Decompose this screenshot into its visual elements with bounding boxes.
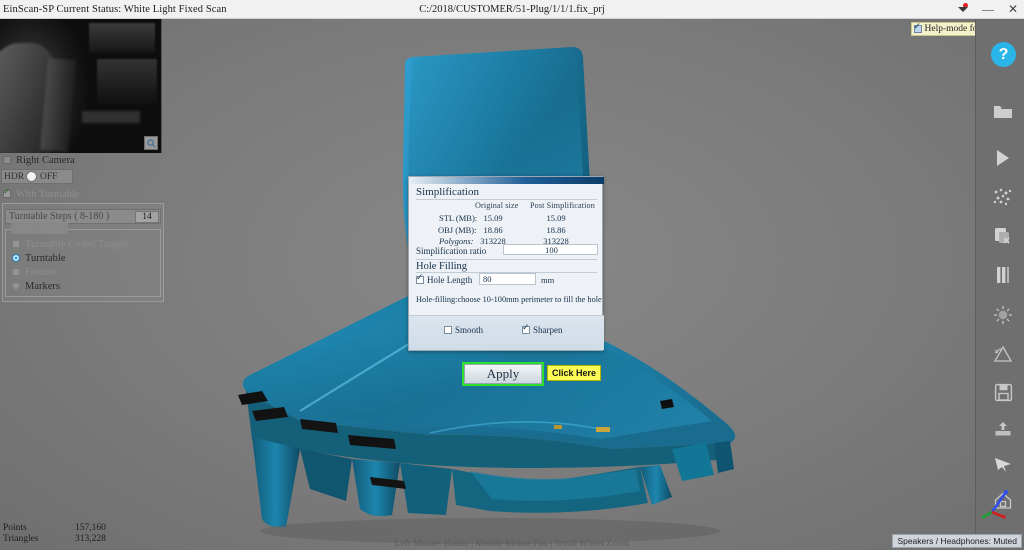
cursor-icon[interactable] [992, 453, 1014, 475]
title-bar: EinScan-SP Current Status: White Light F… [0, 0, 1024, 19]
align-option-radio[interactable] [12, 282, 20, 290]
row-value-stl-post: 15.09 [546, 213, 566, 223]
camera-preview-image [0, 19, 161, 153]
smooth-checkbox-row[interactable]: Smooth [444, 325, 483, 335]
hole-length-checkbox-row[interactable]: Hole Length [416, 272, 473, 285]
right-camera-label: Right Camera [16, 154, 75, 166]
hdr-toggle[interactable]: HDR OFF [1, 169, 73, 184]
simplification-dialog: Simplification Original size Post Simpli… [408, 176, 604, 351]
window-controls: — ✕ [957, 1, 1018, 17]
align-option-label: Markers [25, 280, 60, 292]
smooth-checkbox[interactable] [444, 326, 452, 334]
turntable-steps-field[interactable]: Turntable Steps ( 8-180 ) 14 [5, 209, 161, 224]
align-mode-legend: Align Mode: [11, 223, 69, 234]
with-turntable-checkbox-row[interactable]: With Turntable [0, 186, 166, 201]
mouse-hint-text: Left Mouse: Rotate | Middle Mouse Pan | … [394, 539, 630, 549]
align-mode-group: Align Mode: Turntable Coded Targets Turn… [5, 223, 161, 297]
align-option-label: Feature [25, 266, 57, 278]
delete-scan-icon[interactable] [992, 225, 1014, 247]
simplification-ratio-value: 100 [545, 245, 558, 255]
hole-length-label: Hole Length [427, 275, 473, 285]
column-header-post-simplification: Post Simplification [530, 201, 595, 210]
close-button[interactable]: ✕ [1008, 1, 1018, 17]
apply-button[interactable]: Apply [464, 364, 542, 384]
hole-length-unit: mm [541, 275, 555, 285]
align-option-turntable-coded-targets[interactable]: Turntable Coded Targets [6, 237, 160, 251]
sharpen-checkbox[interactable] [522, 322, 530, 334]
simplification-ratio-field[interactable]: 100 [503, 244, 598, 255]
with-turntable-label: With Turntable [16, 188, 80, 200]
minimize-button[interactable]: — [982, 1, 994, 17]
preview-background-shape-3 [82, 111, 140, 123]
hole-length-checkbox[interactable] [416, 272, 424, 284]
point-cloud-icon[interactable] [992, 186, 1014, 208]
play-icon[interactable] [992, 147, 1014, 169]
hdr-toggle-knob[interactable] [26, 171, 37, 182]
with-turntable-checkbox[interactable] [3, 186, 11, 198]
right-camera-checkbox-row[interactable]: Right Camera [0, 153, 166, 167]
simplification-section-title: Simplification [416, 186, 479, 198]
help-button[interactable]: ? [991, 42, 1016, 67]
camera-preview-panel [0, 19, 162, 153]
click-here-annotation: Click Here [547, 365, 602, 381]
right-toolbar: ? [975, 19, 1024, 550]
audio-status-badge: Speakers / Headphones: Muted [892, 534, 1022, 548]
preview-background-shape-1 [89, 23, 155, 53]
align-option-radio-selected[interactable] [12, 254, 20, 262]
column-header-original-size: Original size [475, 201, 519, 210]
points-value: 157,160 [75, 523, 106, 533]
align-option-label: Turntable Coded Targets [25, 238, 129, 250]
right-camera-checkbox[interactable] [3, 156, 11, 164]
chevron-down-icon[interactable] [957, 6, 968, 12]
row-label-polygons: Polygons: [439, 236, 474, 246]
brightness-icon[interactable] [992, 304, 1014, 326]
smooth-label: Smooth [455, 325, 484, 335]
preview-background-shape-2 [97, 59, 157, 105]
calibration-icon[interactable] [992, 343, 1014, 365]
export-icon[interactable] [992, 417, 1014, 439]
align-option-feature[interactable]: Feature [6, 265, 160, 279]
row-value-obj-original: 18.86 [483, 225, 503, 235]
row-value-stl-original: 15.09 [483, 213, 503, 223]
magnifier-icon[interactable] [144, 136, 158, 150]
points-label: Points [3, 523, 27, 533]
left-control-panel: Right Camera HDR OFF With Turntable Turn… [0, 153, 166, 302]
project-path-text: C:/2018/CUSTOMER/51-Plug/1/1/1.fix_prj [419, 4, 605, 15]
align-option-turntable[interactable]: Turntable [6, 251, 160, 265]
hole-length-input[interactable]: 80 [479, 273, 536, 285]
simplification-ratio-label: Simplification ratio [416, 246, 487, 256]
hole-filling-section-title: Hole Filling [416, 261, 468, 272]
sharpen-checkbox-row[interactable]: Sharpen [522, 322, 563, 335]
help-mode-checkbox[interactable] [913, 21, 922, 33]
align-option-label: Turntable [25, 252, 66, 264]
folder-open-icon[interactable] [992, 101, 1014, 123]
hole-filling-hint: Hole-filling:choose 10-100mm perimeter t… [416, 295, 602, 304]
align-option-markers[interactable]: Markers [6, 279, 160, 293]
divider [416, 199, 597, 200]
align-option-square-icon[interactable] [12, 240, 20, 248]
turntable-group: Turntable Steps ( 8-180 ) 14 Align Mode:… [2, 203, 164, 302]
sharpen-label: Sharpen [533, 325, 563, 335]
dialog-header-gradient [409, 177, 604, 184]
align-option-square-icon[interactable] [12, 268, 20, 276]
turntable-steps-input[interactable]: 14 [135, 211, 159, 223]
einscan-app-window: EinScan-SP Current Status: White Light F… [0, 0, 1024, 550]
apply-button-highlight: Apply [462, 362, 544, 386]
pause-icon[interactable] [992, 264, 1014, 286]
axis-gizmo-icon [982, 490, 1008, 519]
dialog-footer [409, 315, 604, 350]
divider [416, 259, 597, 260]
hdr-state-label: OFF [40, 171, 58, 182]
hdr-label: HDR [4, 171, 25, 182]
row-value-obj-post: 18.86 [546, 225, 566, 235]
turntable-steps-label: Turntable Steps ( 8-180 ) [9, 211, 110, 222]
save-icon[interactable] [992, 381, 1014, 403]
